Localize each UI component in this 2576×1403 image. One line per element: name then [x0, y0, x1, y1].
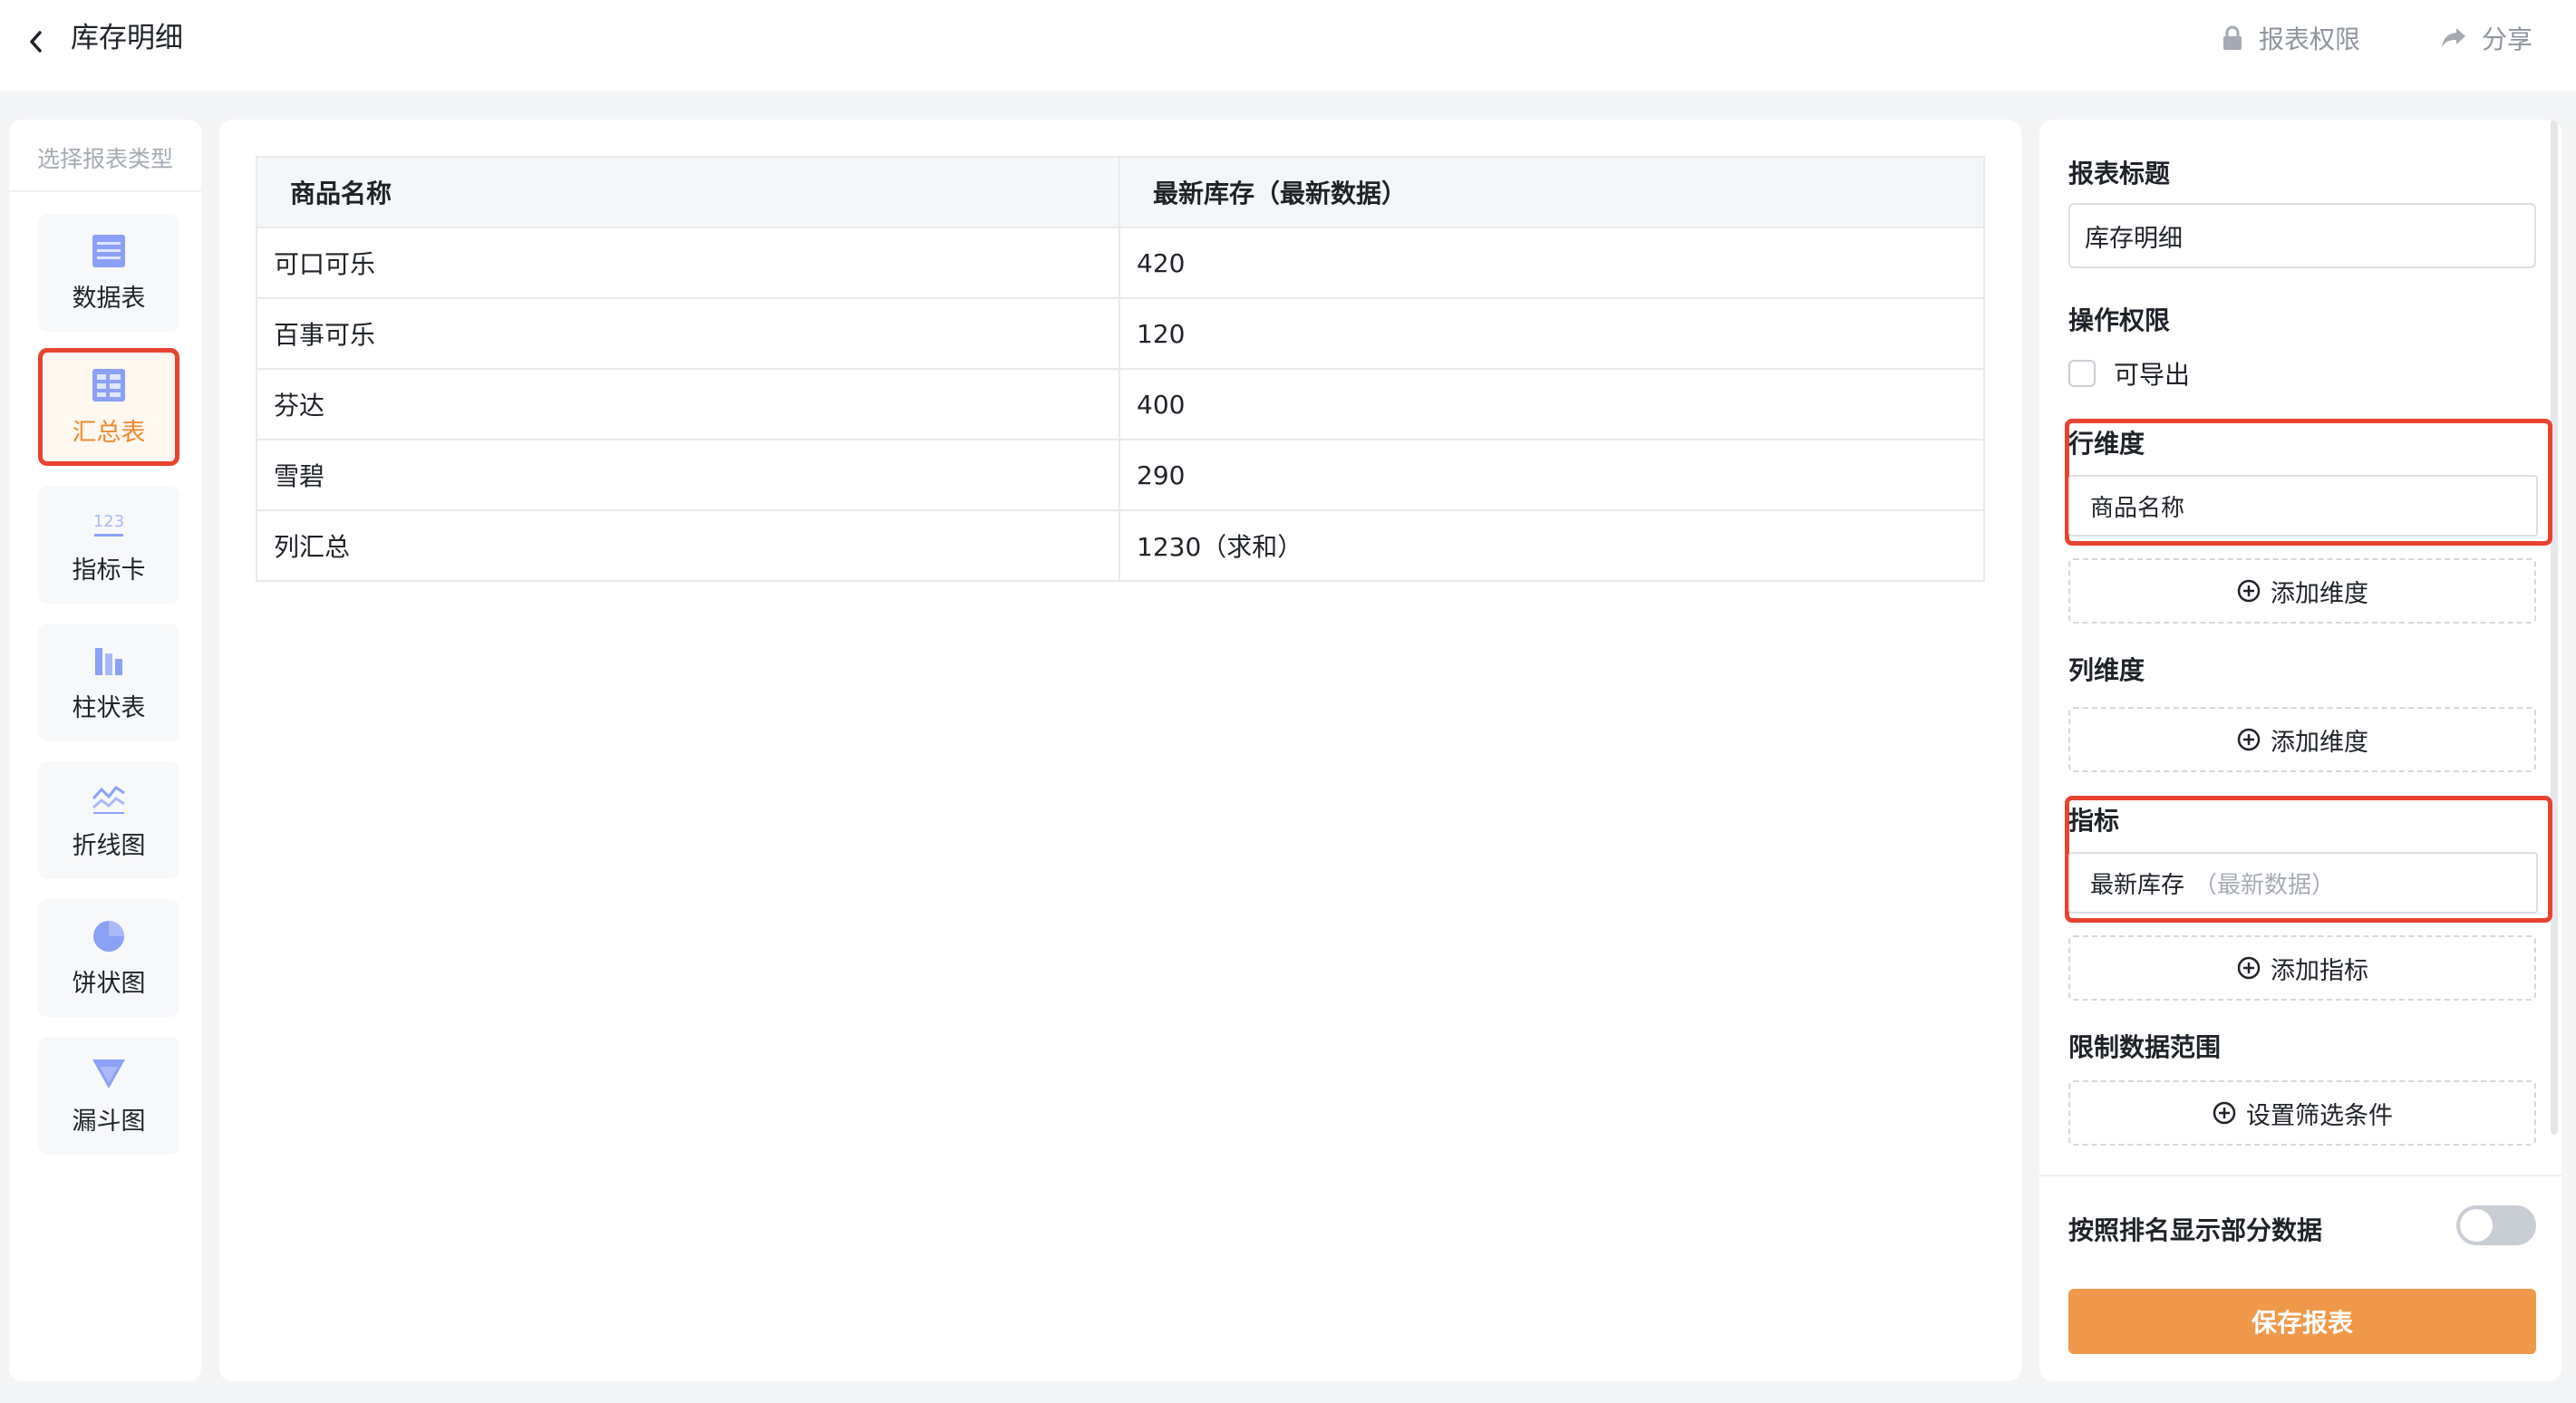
type-item-label: 数据表 — [72, 284, 146, 313]
export-checkbox-label: 可导出 — [2114, 360, 2191, 390]
report-type-panel: 选择报表类型 数据表 汇总表 123 指标卡 柱状表 折线图 饼状图 漏斗图 — [9, 120, 201, 1381]
plus-circle-icon — [2237, 728, 2261, 751]
table-cell: 420 — [1119, 227, 1985, 299]
report-config-panel: 报表标题 操作权限 可导出 行维度 商品名称 添加维度 列维度 添加维度 指标 … — [2039, 120, 2561, 1381]
operation-permission-label: 操作权限 — [2068, 305, 2171, 335]
column-dimension-label: 列维度 — [2068, 655, 2145, 685]
table-row: 芬达 400 — [256, 368, 1985, 440]
toggle-knob — [2460, 1209, 2493, 1242]
bar-chart-icon — [95, 647, 122, 675]
summary-table: 商品名称 最新库存（最新数据） 可口可乐 420 百事可乐 120 芬达 400… — [256, 156, 1985, 582]
metric-field-label: 最新库存 — [2090, 871, 2185, 899]
share-label: 分享 — [2482, 24, 2533, 54]
column-header-product: 商品名称 — [256, 156, 1120, 228]
rank-toggle-label: 按照排名显示部分数据 — [2068, 1215, 2323, 1245]
table-cell: 120 — [1119, 297, 1985, 370]
report-permission-label: 报表权限 — [2259, 24, 2361, 54]
config-scrollbar[interactable] — [2551, 120, 2558, 1135]
metric-field[interactable]: 最新库存 （最新数据） — [2068, 852, 2538, 914]
table-row: 雪碧 290 — [256, 439, 1985, 511]
row-dimension-field[interactable]: 商品名称 — [2068, 475, 2538, 537]
row-dimension-label: 行维度 — [2068, 429, 2145, 459]
metric-field-aggregation: （最新数据） — [2193, 871, 2336, 899]
table-total-row: 列汇总 1230（求和） — [256, 509, 1985, 582]
share-arrow-icon — [2442, 28, 2465, 48]
column-header-stock: 最新库存（最新数据） — [1119, 156, 1985, 228]
add-column-dimension-button[interactable]: 添加维度 — [2068, 707, 2536, 772]
top-header: 库存明细 报表权限 分享 — [0, 0, 2576, 91]
type-item-pie-chart[interactable]: 饼状图 — [38, 899, 179, 1017]
row-dimension-field-label: 商品名称 — [2090, 494, 2185, 522]
back-button[interactable] — [16, 22, 56, 62]
line-chart-icon — [92, 785, 125, 814]
add-dimension-label: 添加维度 — [2271, 728, 2368, 757]
plus-circle-icon — [2213, 1101, 2236, 1125]
add-row-dimension-button[interactable]: 添加维度 — [2068, 558, 2536, 624]
pie-chart-icon — [93, 920, 124, 952]
set-filter-button[interactable]: 设置筛选条件 — [2068, 1080, 2536, 1146]
type-item-label: 折线图 — [72, 831, 146, 860]
type-item-summary-table[interactable]: 汇总表 — [38, 348, 179, 466]
table-cell: 百事可乐 — [256, 297, 1120, 370]
type-item-label: 柱状表 — [72, 693, 146, 722]
svg-text:123: 123 — [93, 512, 124, 531]
table-cell: 400 — [1119, 368, 1985, 440]
type-item-label: 指标卡 — [72, 556, 146, 585]
add-dimension-label: 添加维度 — [2271, 579, 2368, 608]
report-preview-panel: 商品名称 最新库存（最新数据） 可口可乐 420 百事可乐 120 芬达 400… — [219, 120, 2021, 1381]
export-checkbox[interactable] — [2068, 360, 2096, 387]
divider — [9, 190, 201, 192]
table-cell: 列汇总 — [256, 509, 1120, 582]
table-cell: 1230（求和） — [1119, 509, 1985, 582]
summary-table-icon — [92, 368, 125, 402]
export-checkbox-row[interactable]: 可导出 — [2068, 355, 2190, 392]
type-item-label: 饼状图 — [72, 969, 146, 998]
funnel-chart-icon — [92, 1059, 125, 1089]
add-metric-button[interactable]: 添加指标 — [2068, 935, 2536, 1001]
rank-toggle-switch[interactable] — [2456, 1205, 2536, 1245]
add-metric-label: 添加指标 — [2271, 956, 2368, 985]
plus-circle-icon — [2237, 579, 2261, 603]
table-cell: 芬达 — [256, 368, 1120, 440]
type-item-data-table[interactable]: 数据表 — [38, 214, 179, 332]
number-card-icon: 123 — [93, 512, 124, 537]
data-range-label: 限制数据范围 — [2068, 1032, 2222, 1062]
save-report-button[interactable]: 保存报表 — [2068, 1289, 2536, 1354]
table-cell: 雪碧 — [256, 439, 1120, 511]
type-item-line-chart[interactable]: 折线图 — [38, 761, 179, 879]
type-item-number-card[interactable]: 123 指标卡 — [38, 486, 179, 604]
report-title-input[interactable] — [2068, 203, 2536, 268]
table-cell: 290 — [1119, 439, 1985, 511]
type-item-bar-chart[interactable]: 柱状表 — [38, 624, 179, 741]
table-icon — [92, 234, 125, 267]
type-item-label: 汇总表 — [72, 418, 146, 447]
report-permission-button[interactable]: 报表权限 — [2221, 18, 2360, 58]
lock-icon — [2223, 25, 2242, 50]
type-item-funnel-chart[interactable]: 漏斗图 — [38, 1037, 179, 1155]
chevron-left-icon — [30, 31, 42, 53]
share-button[interactable]: 分享 — [2440, 18, 2532, 58]
plus-circle-icon — [2237, 956, 2261, 980]
type-item-label: 漏斗图 — [72, 1107, 146, 1136]
metric-label: 指标 — [2068, 806, 2120, 836]
table-cell: 可口可乐 — [256, 227, 1120, 299]
table-row: 百事可乐 120 — [256, 297, 1985, 370]
table-row: 可口可乐 420 — [256, 227, 1985, 299]
set-filter-label: 设置筛选条件 — [2246, 1101, 2393, 1130]
table-header-row: 商品名称 最新库存（最新数据） — [256, 156, 1985, 228]
report-type-heading: 选择报表类型 — [36, 146, 173, 172]
divider — [2039, 1175, 2561, 1176]
report-title-label: 报表标题 — [2068, 159, 2171, 189]
page-title: 库存明细 — [71, 22, 183, 54]
